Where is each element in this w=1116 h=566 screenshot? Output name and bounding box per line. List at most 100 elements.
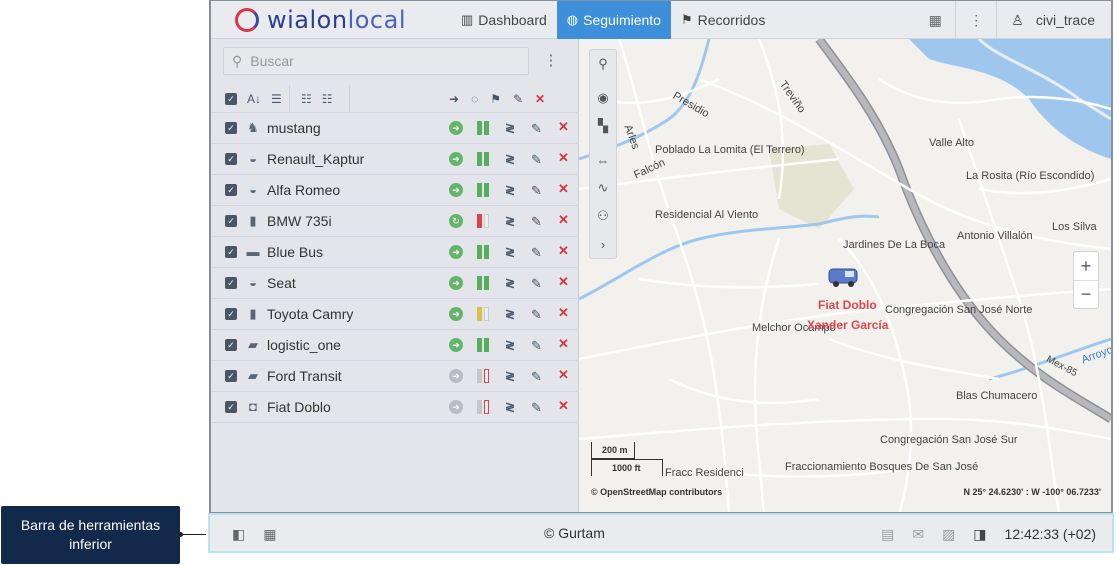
- unit-row[interactable]: ✓ ▮ Toyota Camry ➜ ≷ ✎ ✕: [211, 299, 579, 330]
- list-icon[interactable]: ☰: [271, 92, 282, 106]
- unit-row[interactable]: ✓ ♞ mustang ➜ ≷ ✎ ✕: [211, 113, 579, 144]
- route-icon[interactable]: ≷: [505, 214, 515, 228]
- zoom-in-button[interactable]: +: [1074, 252, 1098, 280]
- mini-apps-grid-icon[interactable]: ▦: [263, 526, 276, 543]
- signal-bars-icon[interactable]: [477, 245, 491, 259]
- remove-unit-icon[interactable]: ✕: [558, 212, 569, 227]
- connection-status-icon[interactable]: ➜: [449, 369, 463, 383]
- signal-bars-icon[interactable]: [477, 214, 491, 228]
- wrench-icon[interactable]: ✎: [531, 152, 542, 167]
- connection-column-icon[interactable]: ➜: [449, 92, 459, 106]
- unit-row[interactable]: ✓ ◒ Alfa Romeo ➜ ≷ ✎ ✕: [211, 175, 579, 206]
- remove-unit-icon[interactable]: ✕: [558, 243, 569, 258]
- unit-row[interactable]: ✓ ◘ Fiat Doblo ➜ ≷ ✎ ✕: [211, 392, 579, 423]
- expand-tools-button[interactable]: ›: [590, 230, 616, 258]
- sort-az-icon[interactable]: A↓: [247, 92, 261, 106]
- wrench-icon[interactable]: ✎: [531, 183, 542, 198]
- unit-checkbox[interactable]: ✓: [225, 401, 237, 413]
- route-button[interactable]: ∿: [590, 174, 616, 202]
- geofence-button[interactable]: ⚇: [590, 202, 616, 230]
- route-icon[interactable]: ≷: [505, 338, 515, 352]
- connection-status-icon[interactable]: ➜: [449, 183, 463, 197]
- unit-row[interactable]: ✓ ▬ Blue Bus ➜ ≷ ✎ ✕: [211, 237, 579, 268]
- unit-row[interactable]: ✓ ▰ Ford Transit ➜ ≷ ✎ ✕: [211, 361, 579, 392]
- unit-row[interactable]: ✓ ◒ Seat ➜ ≷ ✎ ✕: [211, 268, 579, 299]
- unit-checkbox[interactable]: ✓: [225, 246, 237, 258]
- more-menu-button[interactable]: ⋮: [956, 1, 996, 39]
- unit-checkbox[interactable]: ✓: [225, 184, 237, 196]
- map-search-button[interactable]: ⚲: [590, 50, 616, 78]
- layout-icon[interactable]: ◨: [973, 526, 986, 543]
- motion-column-icon[interactable]: ◌: [471, 92, 478, 106]
- toggle-panel-icon[interactable]: ◧: [232, 526, 245, 543]
- wialon-logo[interactable]: wialonlocal: [235, 6, 406, 34]
- wrench-icon[interactable]: ✎: [531, 338, 542, 353]
- remove-unit-icon[interactable]: ✕: [558, 181, 569, 196]
- remove-unit-icon[interactable]: ✕: [558, 398, 569, 413]
- unit-row[interactable]: ✓ ▰ logistic_one ➜ ≷ ✎ ✕: [211, 330, 579, 361]
- search-input[interactable]: ⚲ Buscar: [223, 47, 529, 75]
- connection-status-icon[interactable]: ➜: [449, 276, 463, 290]
- wrench-icon[interactable]: ✎: [531, 369, 542, 384]
- add-all-icon[interactable]: ☷: [322, 92, 333, 106]
- ruler-button[interactable]: ⇔: [590, 146, 616, 174]
- remove-unit-icon[interactable]: ✕: [558, 305, 569, 320]
- add-to-list-icon[interactable]: ☷: [301, 92, 312, 106]
- unit-checkbox[interactable]: ✓: [225, 153, 237, 165]
- messages-icon[interactable]: ✉: [912, 526, 924, 543]
- route-icon[interactable]: ≷: [505, 183, 515, 197]
- route-icon[interactable]: ≷: [505, 121, 515, 135]
- signal-bars-icon[interactable]: [477, 338, 491, 352]
- unit-checkbox[interactable]: ✓: [225, 308, 237, 320]
- wrench-icon[interactable]: ✎: [531, 400, 542, 415]
- wrench-icon[interactable]: ✎: [531, 214, 542, 229]
- signal-bars-icon[interactable]: [477, 152, 491, 166]
- signal-bars-icon[interactable]: [477, 369, 491, 383]
- signal-bars-icon[interactable]: [477, 121, 491, 135]
- wrench-icon[interactable]: ✎: [531, 307, 542, 322]
- unit-checkbox[interactable]: ✓: [225, 122, 237, 134]
- route-icon[interactable]: ≷: [505, 400, 515, 414]
- map-view[interactable]: Presidio Treviño Arles Poblado La Lomita…: [579, 39, 1111, 512]
- route-icon[interactable]: ≷: [505, 276, 515, 290]
- remove-unit-icon[interactable]: ✕: [558, 119, 569, 134]
- unit-checkbox[interactable]: ✓: [225, 277, 237, 289]
- signal-bars-icon[interactable]: [477, 400, 491, 414]
- connection-status-icon[interactable]: ➜: [449, 307, 463, 321]
- nav-dashboard[interactable]: ▥ Dashboard: [451, 1, 557, 39]
- van-marker-icon[interactable]: [827, 265, 861, 289]
- connection-status-icon[interactable]: ➜: [449, 245, 463, 259]
- connection-status-icon[interactable]: ➜: [449, 152, 463, 166]
- signal-bars-icon[interactable]: [477, 307, 491, 321]
- wrench-icon[interactable]: ✎: [531, 121, 542, 136]
- nav-seguimiento[interactable]: ◍ Seguimiento: [556, 1, 671, 39]
- unit-checkbox[interactable]: ✓: [225, 215, 237, 227]
- notifications-icon[interactable]: ▤: [881, 526, 894, 543]
- remove-unit-icon[interactable]: ✕: [558, 150, 569, 165]
- connection-status-icon[interactable]: ➜: [449, 338, 463, 352]
- connection-status-icon[interactable]: ➜: [449, 400, 463, 414]
- connection-status-icon[interactable]: ↻: [449, 214, 463, 228]
- remove-unit-icon[interactable]: ✕: [558, 336, 569, 351]
- user-menu[interactable]: ♙ civi_trace: [997, 1, 1111, 39]
- signal-bars-icon[interactable]: [477, 183, 491, 197]
- unit-row[interactable]: ✓ ◒ Renault_Kaptur ➜ ≷ ✎ ✕: [211, 144, 579, 175]
- connection-status-icon[interactable]: ➜: [449, 121, 463, 135]
- remove-unit-icon[interactable]: ✕: [558, 274, 569, 289]
- route-icon[interactable]: ≷: [505, 307, 515, 321]
- unit-checkbox[interactable]: ✓: [225, 370, 237, 382]
- route-icon[interactable]: ≷: [505, 245, 515, 259]
- unit-checkbox[interactable]: ✓: [225, 339, 237, 351]
- select-all-checkbox[interactable]: ✓: [225, 93, 237, 105]
- remove-unit-icon[interactable]: ✕: [558, 367, 569, 382]
- map-visibility-button[interactable]: ◉: [590, 84, 616, 112]
- track-flag-icon[interactable]: ⚑: [490, 92, 501, 106]
- wrench-icon[interactable]: ✎: [531, 245, 542, 260]
- gallery-icon[interactable]: ▨: [942, 526, 955, 543]
- search-more-button[interactable]: ⋮: [543, 51, 559, 71]
- zoom-out-button[interactable]: −: [1074, 280, 1098, 308]
- delete-all-icon[interactable]: ✕: [535, 92, 545, 106]
- route-icon[interactable]: ≷: [505, 369, 515, 383]
- wrench-column-icon[interactable]: ✎: [513, 92, 523, 106]
- map-layers-button[interactable]: ▚: [590, 112, 616, 140]
